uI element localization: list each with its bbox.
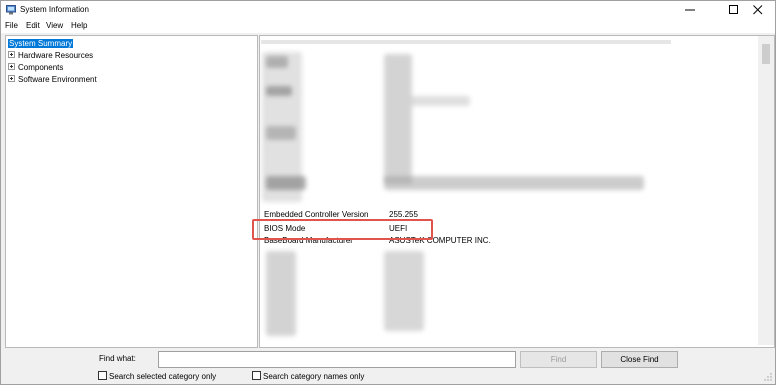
minimize-icon — [685, 9, 695, 11]
expand-icon[interactable] — [8, 75, 15, 83]
tree-item-label: System Summary — [8, 39, 74, 48]
blurred-text — [384, 176, 644, 190]
blurred-text — [266, 126, 296, 140]
close-button[interactable] — [741, 1, 775, 19]
maximize-icon — [729, 5, 738, 14]
find-what-input[interactable] — [158, 351, 516, 368]
tree-item-software-environment[interactable]: Software Environment — [8, 74, 97, 85]
close-find-button[interactable]: Close Find — [601, 351, 678, 368]
expand-icon[interactable] — [8, 63, 15, 71]
checkbox-label: Search selected category only — [109, 372, 217, 381]
scrollbar-thumb[interactable] — [762, 44, 770, 64]
title-bar: System Information — [1, 1, 775, 19]
resize-grip-icon[interactable] — [764, 373, 772, 381]
checkbox-box[interactable] — [98, 371, 107, 381]
tree-item-hardware-resources[interactable]: Hardware Resources — [8, 50, 93, 61]
expand-icon[interactable] — [8, 51, 15, 59]
annotation-highlight-box — [252, 219, 433, 240]
column-header — [261, 40, 671, 44]
tree-item-label: Components — [18, 63, 64, 72]
menu-bar: File Edit View Help — [1, 19, 775, 33]
tree-item-system-summary[interactable]: System Summary — [8, 38, 74, 49]
blurred-text — [266, 86, 292, 96]
checkbox-label: Search category names only — [263, 372, 365, 381]
menu-view[interactable]: View — [46, 21, 63, 30]
vertical-scrollbar[interactable] — [758, 36, 774, 345]
category-tree[interactable]: System Summary Hardware Resources Compon… — [5, 35, 258, 348]
close-icon — [753, 5, 763, 15]
details-list[interactable]: Embedded Controller Version 255.255 BIOS… — [259, 35, 775, 348]
blurred-item-column — [266, 251, 296, 336]
search-selected-category-checkbox[interactable]: Search selected category only — [98, 371, 217, 381]
blurred-value-column — [384, 251, 424, 331]
search-category-names-checkbox[interactable]: Search category names only — [252, 371, 365, 381]
blurred-text — [266, 56, 288, 68]
system-information-window: System Information File Edit View Help S… — [0, 0, 776, 385]
menu-edit[interactable]: Edit — [26, 21, 40, 30]
tree-item-components[interactable]: Components — [8, 62, 63, 73]
tree-item-label: Software Environment — [18, 75, 97, 84]
window-title: System Information — [20, 5, 89, 14]
find-button[interactable]: Find — [520, 351, 597, 368]
blurred-text — [410, 96, 470, 106]
find-what-label: Find what: — [99, 354, 136, 363]
tree-item-label: Hardware Resources — [18, 51, 94, 60]
checkbox-box[interactable] — [252, 371, 261, 381]
system-information-app-icon — [6, 5, 16, 15]
blurred-value-column — [384, 54, 412, 184]
detail-value: 255.255 — [389, 210, 418, 219]
blurred-text — [266, 176, 306, 190]
menu-help[interactable]: Help — [71, 21, 87, 30]
menu-file[interactable]: File — [5, 21, 18, 30]
minimize-button[interactable] — [673, 1, 707, 19]
detail-item: Embedded Controller Version — [264, 210, 369, 219]
